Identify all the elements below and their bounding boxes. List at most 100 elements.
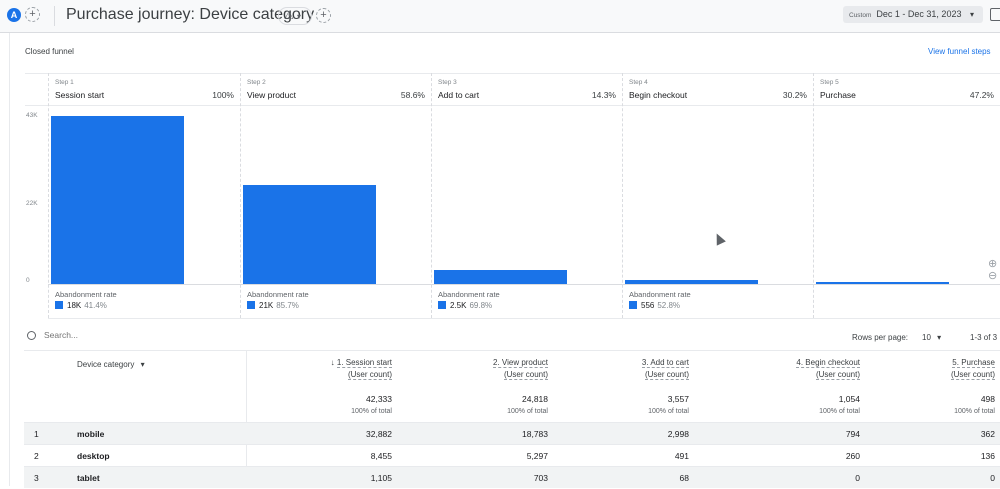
abandonment-label: Abandonment rate bbox=[629, 290, 691, 299]
zoom-controls: ⊕ ⊖ bbox=[988, 258, 997, 282]
column-metric: (User count) bbox=[503, 370, 548, 380]
metric-value: 260 bbox=[845, 451, 860, 461]
funnel-bar[interactable] bbox=[625, 279, 758, 284]
dimension-label: Device category bbox=[77, 360, 135, 369]
column-metric: (User count) bbox=[347, 370, 392, 380]
abandonment-rate: 69.8% bbox=[469, 301, 493, 310]
search-input[interactable] bbox=[44, 330, 244, 340]
abandonment-count: 2.5K bbox=[450, 301, 467, 310]
pagination-text: 1-3 of 3 bbox=[970, 333, 998, 342]
funnel-step-2[interactable]: Step 2 View product 58.6% Abandonment ra… bbox=[240, 73, 431, 318]
abandonment-value: 2.5K 69.8% bbox=[438, 301, 492, 310]
metric-column-header[interactable]: ↓ 1. Session start (User count) bbox=[331, 357, 392, 381]
abandonment-rate: 52.8% bbox=[657, 301, 681, 310]
column-total-percent: 100% of total bbox=[507, 408, 548, 415]
step-completion-rate: 14.3% bbox=[591, 90, 616, 100]
table-row[interactable]: 2 desktop 8,455 5,297 491 260 136 bbox=[24, 444, 1000, 466]
legend-swatch bbox=[247, 301, 255, 309]
add-filter-button[interactable]: + bbox=[316, 8, 331, 23]
column-total-percent: 100% of total bbox=[351, 408, 392, 415]
y-tick-label: 43K bbox=[26, 112, 38, 119]
report-header: A + Purchase journey: Device category ⚠ … bbox=[0, 0, 1000, 33]
comparison-avatar[interactable]: A bbox=[7, 8, 21, 22]
funnel-bar[interactable] bbox=[434, 269, 567, 284]
funnel-type-label: Closed funnel bbox=[25, 47, 74, 56]
y-tick-label: 0 bbox=[26, 277, 30, 284]
rows-per-page-label: Rows per page: bbox=[852, 333, 909, 342]
abandonment-rate: 41.4% bbox=[84, 301, 107, 310]
legend-swatch bbox=[629, 301, 637, 309]
metric-column-header[interactable]: 4. Begin checkout (User count) bbox=[796, 357, 860, 381]
column-total-percent: 100% of total bbox=[648, 408, 689, 415]
column-total: 42,333 bbox=[366, 394, 392, 404]
date-range-picker[interactable]: Custom Dec 1 - Dec 31, 2023 ▾ bbox=[843, 6, 983, 23]
row-index: 1 bbox=[34, 429, 39, 439]
zoom-in-icon[interactable]: ⊕ bbox=[988, 258, 997, 270]
chart-icon[interactable] bbox=[990, 8, 1000, 21]
metric-value: 18,783 bbox=[522, 429, 548, 439]
date-label: Custom bbox=[849, 12, 872, 19]
step-name: Add to cart bbox=[438, 90, 480, 100]
chevron-down-icon: ▾ bbox=[969, 10, 974, 19]
abandonment-value: 556 52.8% bbox=[629, 301, 680, 310]
metric-column-header[interactable]: 3. Add to cart (User count) bbox=[641, 357, 689, 381]
chevron-down-icon: ▾ bbox=[296, 12, 301, 21]
sort-arrow-icon: ↓ bbox=[330, 358, 335, 367]
rows-per-page-select[interactable]: 10 ▾ bbox=[922, 333, 941, 342]
funnel-step-3[interactable]: Step 3 Add to cart 14.3% Abandonment rat… bbox=[431, 73, 622, 318]
zoom-out-icon[interactable]: ⊖ bbox=[988, 270, 997, 282]
device-category-dimension[interactable]: Device category ▾ bbox=[77, 360, 145, 369]
abandonment-label: Abandonment rate bbox=[55, 290, 117, 299]
column-total: 24,818 bbox=[522, 394, 548, 404]
abandonment-value: 21K 85.7% bbox=[247, 301, 299, 310]
abandonment-value: 18K 41.4% bbox=[55, 301, 107, 310]
divider bbox=[54, 6, 55, 26]
metric-value: 136 bbox=[980, 451, 995, 461]
column-total-percent: 100% of total bbox=[954, 408, 995, 415]
chevron-down-icon: ▾ bbox=[937, 333, 942, 342]
chevron-down-icon: ▾ bbox=[140, 360, 145, 369]
column-metric: (User count) bbox=[950, 370, 995, 380]
device-name: desktop bbox=[77, 451, 110, 461]
add-comparison-button[interactable]: + bbox=[25, 7, 40, 22]
funnel-step-4[interactable]: Step 4 Begin checkout 30.2% Abandonment … bbox=[622, 73, 813, 318]
metric-value: 794 bbox=[845, 429, 860, 439]
metric-column-header[interactable]: 2. View product (User count) bbox=[493, 357, 548, 381]
table-row[interactable]: 1 mobile 32,882 18,783 2,998 794 362 bbox=[24, 422, 1000, 444]
funnel-bar[interactable] bbox=[243, 185, 376, 284]
metric-column-header[interactable]: 5. Purchase (User count) bbox=[950, 357, 995, 381]
column-name: 3. Add to cart bbox=[641, 358, 689, 368]
step-number: Step 5 bbox=[820, 79, 839, 86]
column-metric: (User count) bbox=[815, 370, 860, 380]
column-name: 5. Purchase bbox=[952, 358, 995, 368]
column-name: 4. Begin checkout bbox=[796, 358, 860, 368]
metric-value: 491 bbox=[674, 451, 689, 461]
step-name: Session start bbox=[55, 90, 105, 100]
legend-swatch bbox=[438, 301, 446, 309]
funnel-bar[interactable] bbox=[816, 282, 949, 284]
legend-swatch bbox=[55, 301, 63, 309]
warning-dropdown[interactable]: ⚠ ▾ bbox=[278, 7, 312, 25]
step-name: Purchase bbox=[820, 90, 856, 100]
funnel-step-1[interactable]: Step 1 Session start 100% Abandonment ra… bbox=[48, 73, 240, 318]
device-name: mobile bbox=[77, 429, 105, 439]
rows-per-page-value: 10 bbox=[922, 333, 931, 342]
step-number: Step 4 bbox=[629, 79, 648, 86]
row-index: 2 bbox=[34, 451, 39, 461]
step-completion-rate: 30.2% bbox=[782, 90, 807, 100]
column-metric: (User count) bbox=[644, 370, 689, 380]
funnel-step-5[interactable]: Step 5 Purchase 47.2% bbox=[813, 73, 1000, 318]
funnel-bar[interactable] bbox=[51, 115, 184, 284]
step-completion-rate: 58.6% bbox=[400, 90, 425, 100]
metric-value: 5,297 bbox=[526, 451, 548, 461]
abandonment-count: 556 bbox=[641, 301, 655, 310]
search-icon bbox=[27, 331, 36, 340]
card-border bbox=[9, 33, 10, 486]
column-total-percent: 100% of total bbox=[819, 408, 860, 415]
step-number: Step 3 bbox=[438, 79, 457, 86]
table-row[interactable]: 3 tablet 1,105 703 68 0 0 bbox=[24, 466, 1000, 488]
column-name: 1. Session start bbox=[336, 358, 392, 368]
date-range: Dec 1 - Dec 31, 2023 bbox=[876, 9, 962, 19]
divider bbox=[24, 350, 1000, 351]
view-funnel-steps-link[interactable]: View funnel steps bbox=[928, 47, 991, 56]
